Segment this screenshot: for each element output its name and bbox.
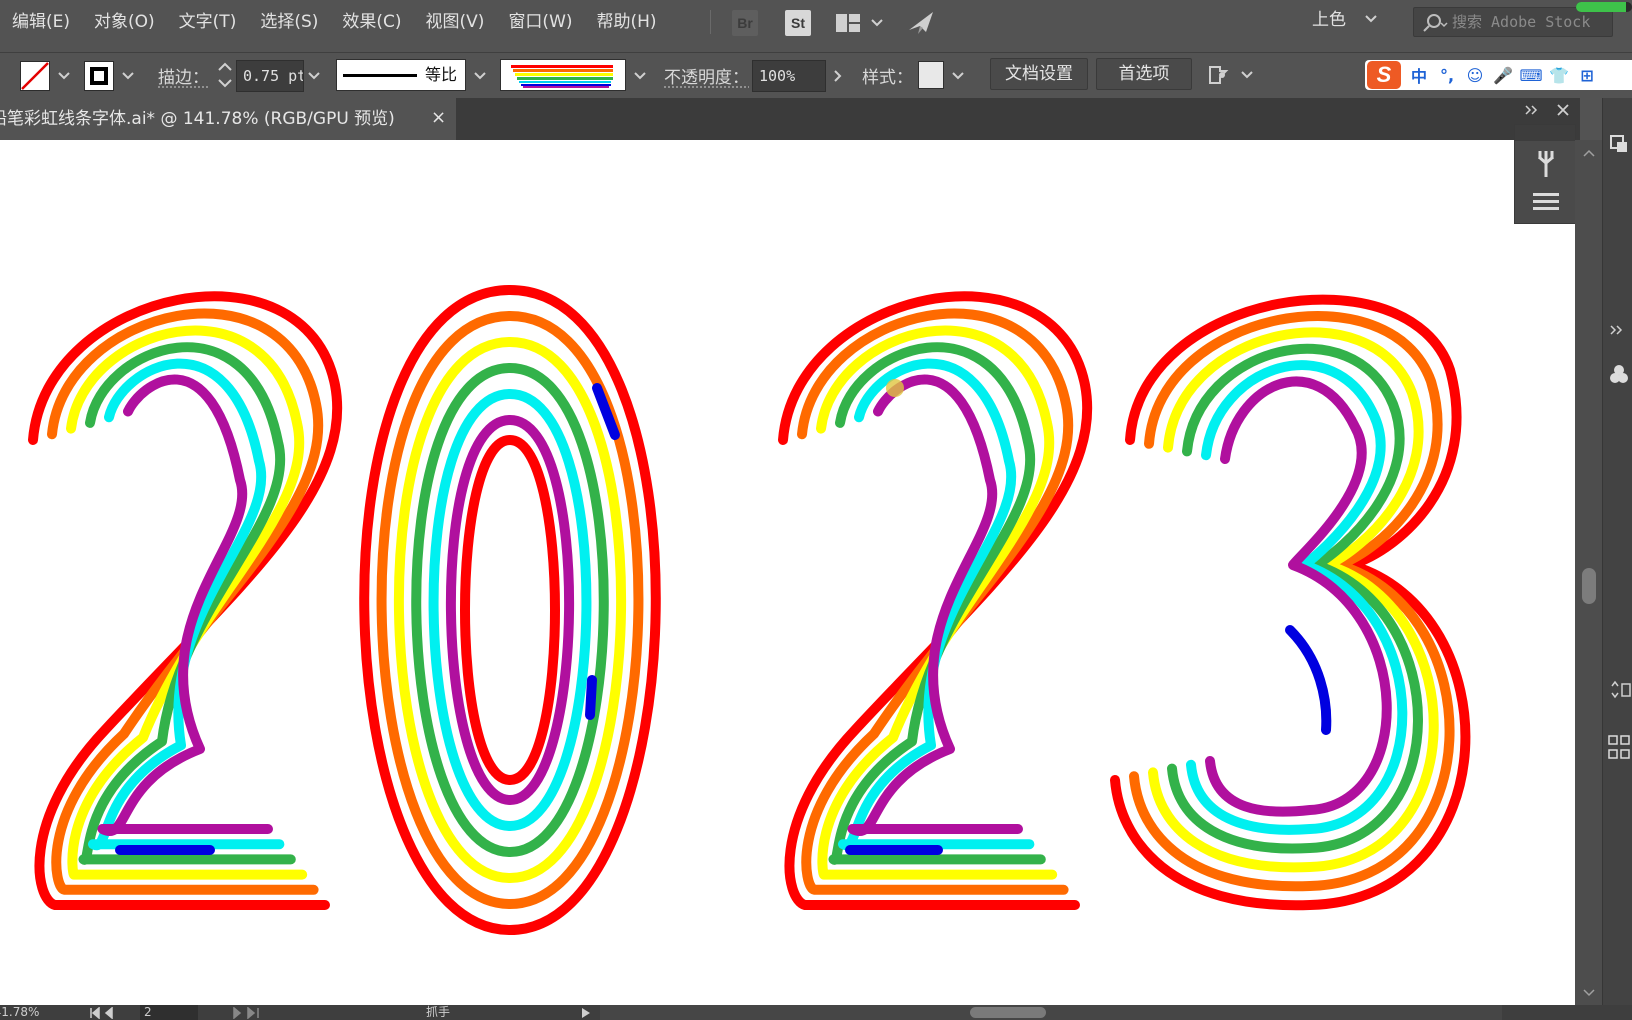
ime-punctuation-icon[interactable]: °, xyxy=(1433,66,1461,85)
stroke-weight-field[interactable]: 0.75 pt xyxy=(236,60,304,92)
fill-swatch[interactable] xyxy=(20,61,50,91)
menu-view[interactable]: 视图(V) xyxy=(414,0,497,44)
rainbow-2023-artwork[interactable] xyxy=(0,140,1575,1005)
artboard-nav-next-last-icon[interactable] xyxy=(230,1007,274,1019)
opacity-field[interactable]: 100% xyxy=(752,60,826,92)
arrange-documents-button[interactable] xyxy=(836,10,888,36)
digit-2-first-stroke-3[interactable] xyxy=(78,342,296,865)
ime-keyboard-icon[interactable]: ⌨ xyxy=(1517,66,1545,85)
menu-type[interactable]: 文字(T) xyxy=(167,0,249,44)
horizontal-scroll-thumb[interactable] xyxy=(970,1007,1046,1018)
chevron-down-icon[interactable] xyxy=(472,68,488,84)
chevron-down-icon[interactable] xyxy=(1364,12,1378,26)
artboard-nav-first-prev-icon[interactable] xyxy=(88,1007,132,1019)
anchor-point-highlight[interactable] xyxy=(886,379,904,397)
brush-definition[interactable] xyxy=(500,59,626,91)
blue-accent-5[interactable] xyxy=(1285,625,1332,735)
publish-icon[interactable] xyxy=(906,8,936,36)
ime-voice-icon[interactable]: 🎤 xyxy=(1489,66,1517,85)
stepper-icon[interactable] xyxy=(216,59,234,91)
chevron-down-icon[interactable] xyxy=(120,68,136,84)
close-icon[interactable]: × xyxy=(431,107,446,128)
zoom-level[interactable]: 141.78% xyxy=(0,1005,39,1020)
document-setup-button[interactable]: 文档设置 xyxy=(990,58,1088,90)
align-panel-icon[interactable] xyxy=(1607,734,1631,764)
style-label: 样式： xyxy=(862,68,913,88)
none-fill-icon xyxy=(21,62,49,90)
puppet-warp-icon[interactable] xyxy=(1533,147,1559,181)
progress-fill xyxy=(1576,2,1627,12)
layers-panel-icon[interactable] xyxy=(1609,134,1629,156)
collapse-icon xyxy=(1525,105,1538,115)
symbols-panel-icon[interactable] xyxy=(1609,362,1629,386)
scroll-thumb[interactable] xyxy=(1582,568,1596,604)
workspace-name[interactable]: 上色 xyxy=(1312,0,1346,40)
expand-panels-icon[interactable] xyxy=(1609,324,1627,336)
arrange-grid-icon xyxy=(836,14,883,32)
menu-bar: 编辑(E) 对象(O) 文字(T) 选择(S) 效果(C) 视图(V) 窗口(W… xyxy=(0,0,1632,44)
chevron-down-icon[interactable] xyxy=(632,68,648,84)
menu-window[interactable]: 窗口(W) xyxy=(496,0,584,44)
ime-toolbar: S 中 °, ☺ 🎤 ⌨ 👕 ⊞ xyxy=(1365,60,1632,90)
bridge-button[interactable]: Br xyxy=(732,10,758,36)
menu-list: 编辑(E) 对象(O) 文字(T) 选择(S) 效果(C) 视图(V) 窗口(W… xyxy=(0,0,669,44)
digit-0-stroke-0[interactable] xyxy=(359,285,661,935)
graphic-style-swatch[interactable] xyxy=(918,61,944,89)
blue-accent-4[interactable] xyxy=(585,675,597,720)
ime-toolbox-icon[interactable]: ⊞ xyxy=(1573,66,1601,85)
stroke-square-icon xyxy=(90,67,108,85)
current-tool-status: 抓手 xyxy=(426,1005,451,1019)
chevron-right-icon[interactable] xyxy=(830,68,846,84)
menu-edit[interactable]: 编辑(E) xyxy=(0,0,82,44)
rainbow-brush-preview xyxy=(511,65,613,88)
profile-label: 等比 xyxy=(425,65,458,84)
sync-progress-bar xyxy=(1576,2,1632,12)
document-tab-title: 铅笔彩虹线条字体.ai* @ 141.78% (RGB/GPU 预览) xyxy=(0,109,395,129)
status-menu-icon[interactable] xyxy=(578,1007,598,1019)
menu-divider xyxy=(710,10,711,34)
right-panel-dock xyxy=(1602,98,1632,1005)
chevron-down-icon[interactable] xyxy=(56,68,72,84)
horizontal-scrollbar[interactable] xyxy=(600,1005,1502,1020)
menu-help[interactable]: 帮助(H) xyxy=(585,0,669,44)
close-icon xyxy=(1557,104,1569,116)
document-tab[interactable]: 铅笔彩虹线条字体.ai* @ 141.78% (RGB/GPU 预览) × xyxy=(0,98,456,140)
digit-0-core[interactable] xyxy=(460,435,560,785)
chevron-down-icon[interactable] xyxy=(306,68,322,84)
digit-0-stroke-4[interactable] xyxy=(428,389,592,831)
ime-emoji-icon[interactable]: ☺ xyxy=(1461,66,1489,85)
transform-panel-icon[interactable] xyxy=(1609,680,1631,700)
stroke-label[interactable]: 描边： xyxy=(158,63,209,88)
scroll-down-icon[interactable] xyxy=(1582,988,1596,998)
artboard-number-field[interactable]: 2 xyxy=(140,1005,198,1020)
digit-2-second-stroke-3[interactable] xyxy=(828,342,1046,865)
sogou-logo[interactable]: S xyxy=(1367,61,1401,89)
menu-effect[interactable]: 效果(C) xyxy=(330,0,413,44)
search-placeholder: 搜索 Adobe Stock xyxy=(1452,13,1591,31)
profile-line xyxy=(343,74,417,77)
document-tab-bar: 铅笔彩虹线条字体.ai* @ 141.78% (RGB/GPU 预览) × xyxy=(0,98,1580,140)
panel-grip[interactable] xyxy=(1515,125,1575,141)
vertical-scrollbar[interactable] xyxy=(1575,140,1602,1005)
search-icon xyxy=(1423,14,1448,32)
panel-menu-icon[interactable] xyxy=(1531,191,1561,213)
floating-tool-panel xyxy=(1514,124,1576,224)
scroll-up-icon[interactable] xyxy=(1582,148,1596,158)
artboard-canvas[interactable] xyxy=(0,140,1575,1005)
menu-select[interactable]: 选择(S) xyxy=(248,0,330,44)
ime-language-toggle[interactable]: 中 xyxy=(1405,63,1433,87)
preferences-button[interactable]: 首选项 xyxy=(1096,58,1192,90)
align-to-icon[interactable] xyxy=(1206,61,1260,89)
panel-header-controls xyxy=(1525,104,1569,116)
variable-width-profile[interactable]: 等比 xyxy=(336,59,466,91)
ime-skin-icon[interactable]: 👕 xyxy=(1545,66,1573,85)
chevron-down-icon[interactable] xyxy=(950,68,966,84)
status-bar: 141.78% 2 抓手 xyxy=(0,1005,1632,1020)
opacity-label[interactable]: 不透明度： xyxy=(664,63,749,88)
stroke-swatch[interactable] xyxy=(84,61,114,91)
stock-button[interactable]: St xyxy=(785,10,811,36)
menu-object[interactable]: 对象(O) xyxy=(82,0,167,44)
